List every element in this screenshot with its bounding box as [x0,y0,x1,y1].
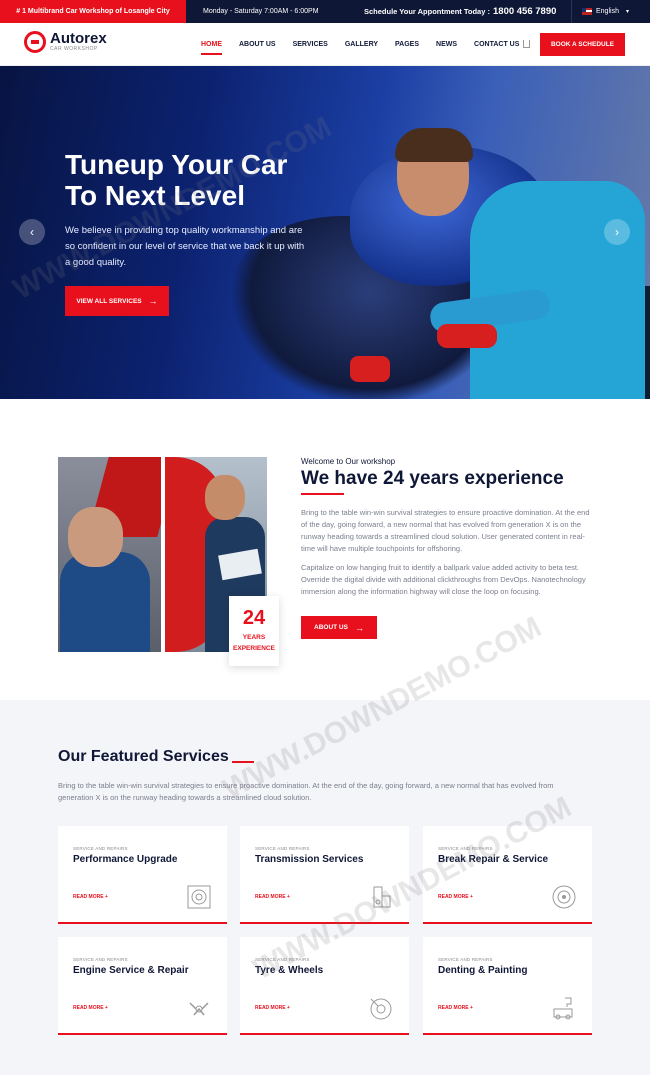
arrow-right-icon: → [148,296,158,306]
schedule-label: Schedule Your Appontment Today : [364,7,490,16]
about-image-person-2-head [205,475,245,520]
chevron-right-icon: › [615,225,619,239]
arrow-right-icon: → [354,622,364,633]
logo[interactable]: Autorex CAR WORKSHOP [24,31,107,53]
tyre-icon [370,998,392,1020]
turbo-icon [187,885,211,909]
experience-badge: 24 YEARS EXPERIENCE [229,596,279,666]
nav-about-us[interactable]: ABOUT US [239,41,276,48]
about-image-mechanic-1 [58,457,161,652]
service-card-kicker: SERVICE AND REPAIRS [255,957,310,962]
promo-banner: # 1 Multibrand Car Workshop of Losangle … [0,0,186,23]
hero-title: Tuneup Your Car To Next Level [65,149,325,211]
language-label: English [596,8,619,15]
book-schedule-button[interactable]: BOOK A SCHEDULE [540,33,625,56]
service-card-kicker: SERVICE AND REPAIRS [73,846,128,851]
nav-news[interactable]: NEWS [436,41,457,48]
transmission-icon [373,886,391,908]
service-card-title: Engine Service & Repair [73,965,189,976]
view-all-services-button[interactable]: VIEW ALL SERVICES → [65,286,169,316]
nav-home[interactable]: HOME [201,41,222,55]
about-image-person-head [68,507,123,567]
flag-icon [582,8,592,15]
nav-gallery[interactable]: GALLERY [345,41,378,48]
about-image-person-body [60,552,150,652]
hero-mechanic-hair [395,128,473,162]
about-title: We have 24 years experience [301,468,564,489]
service-card-brake-repair[interactable]: SERVICE AND REPAIRS Break Repair & Servi… [423,826,592,924]
phone-number[interactable]: 1800 456 7890 [493,0,556,23]
experience-number: 24 [242,607,266,629]
opening-hours: Monday - Saturday 7:00AM - 6:00PM [203,8,319,15]
about-paragraph-1: Bring to the table win-win survival stra… [301,508,590,553]
hero-glove-left [350,356,390,382]
about-paragraph-2: Capitalize on low hanging fruit to ident… [301,563,586,596]
service-card-title: Break Repair & Service [438,854,549,865]
service-card-kicker: SERVICE AND REPAIRS [438,957,493,962]
brake-disc-icon [552,885,576,909]
read-more-link[interactable]: READ MORE + [255,894,290,900]
service-card-transmission[interactable]: SERVICE AND REPAIRS Transmission Service… [240,826,409,924]
service-card-title: Tyre & Wheels [255,965,324,976]
hero-mechanic-body [470,181,645,399]
hero-title-line2: To Next Level [65,180,245,211]
hero-glove-right [437,324,497,348]
main-header: Autorex CAR WORKSHOP HOME ABOUT US SERVI… [0,23,650,66]
service-card-performance-upgrade[interactable]: SERVICE AND REPAIRS Performance Upgrade … [58,826,227,924]
service-card-title: Transmission Services [255,854,364,865]
engine-icon [189,1002,209,1016]
service-card-tyre-wheels[interactable]: SERVICE AND REPAIRS Tyre & Wheels READ M… [240,937,409,1035]
experience-label-years: YEARS [242,634,266,641]
read-more-link[interactable]: READ MORE + [73,1005,108,1011]
about-us-label: ABOUT US [314,624,348,631]
chevron-left-icon: ‹ [30,225,34,239]
nav-contact-us[interactable]: CONTACT US [474,41,519,48]
service-card-kicker: SERVICE AND REPAIRS [438,846,493,851]
cart-icon[interactable] [523,40,530,48]
hero-slider: Tuneup Your Car To Next Level We believe… [0,66,650,399]
service-card-kicker: SERVICE AND REPAIRS [255,846,310,851]
paint-gun-icon [553,997,573,1020]
main-nav: HOME ABOUT US SERVICES GALLERY PAGES NEW… [201,23,536,66]
hero-title-line1: Tuneup Your Car [65,149,288,180]
chevron-down-icon: ▾ [625,9,629,15]
language-selector[interactable]: English ▾ [571,0,629,23]
nav-pages[interactable]: PAGES [395,41,419,48]
service-card-denting-painting[interactable]: SERVICE AND REPAIRS Denting & Painting R… [423,937,592,1035]
read-more-link[interactable]: READ MORE + [438,894,473,900]
services-title-underline [232,761,254,763]
about-kicker: Welcome to Our workshop [301,457,396,466]
service-card-engine-service[interactable]: SERVICE AND REPAIRS Engine Service & Rep… [58,937,227,1035]
about-title-underline [301,493,344,495]
services-description: Bring to the table win-win survival stra… [58,781,554,802]
about-us-button[interactable]: ABOUT US → [301,616,377,639]
nav-services[interactable]: SERVICES [293,41,328,48]
service-card-title: Performance Upgrade [73,854,178,865]
view-all-services-label: VIEW ALL SERVICES [76,297,142,305]
top-bar: # 1 Multibrand Car Workshop of Losangle … [0,0,650,23]
slider-next-button[interactable]: › [604,219,630,245]
slider-prev-button[interactable]: ‹ [19,219,45,245]
hero-text: We believe in providing top quality work… [65,225,305,268]
experience-label-experience: EXPERIENCE [233,645,275,652]
read-more-link[interactable]: READ MORE + [73,894,108,900]
read-more-link[interactable]: READ MORE + [438,1005,473,1011]
logo-name: Autorex [50,30,107,47]
read-more-link[interactable]: READ MORE + [255,1005,290,1011]
services-title: Our Featured Services [58,748,229,765]
logo-icon [24,31,46,53]
service-card-title: Denting & Painting [438,965,528,976]
service-card-kicker: SERVICE AND REPAIRS [73,957,128,962]
